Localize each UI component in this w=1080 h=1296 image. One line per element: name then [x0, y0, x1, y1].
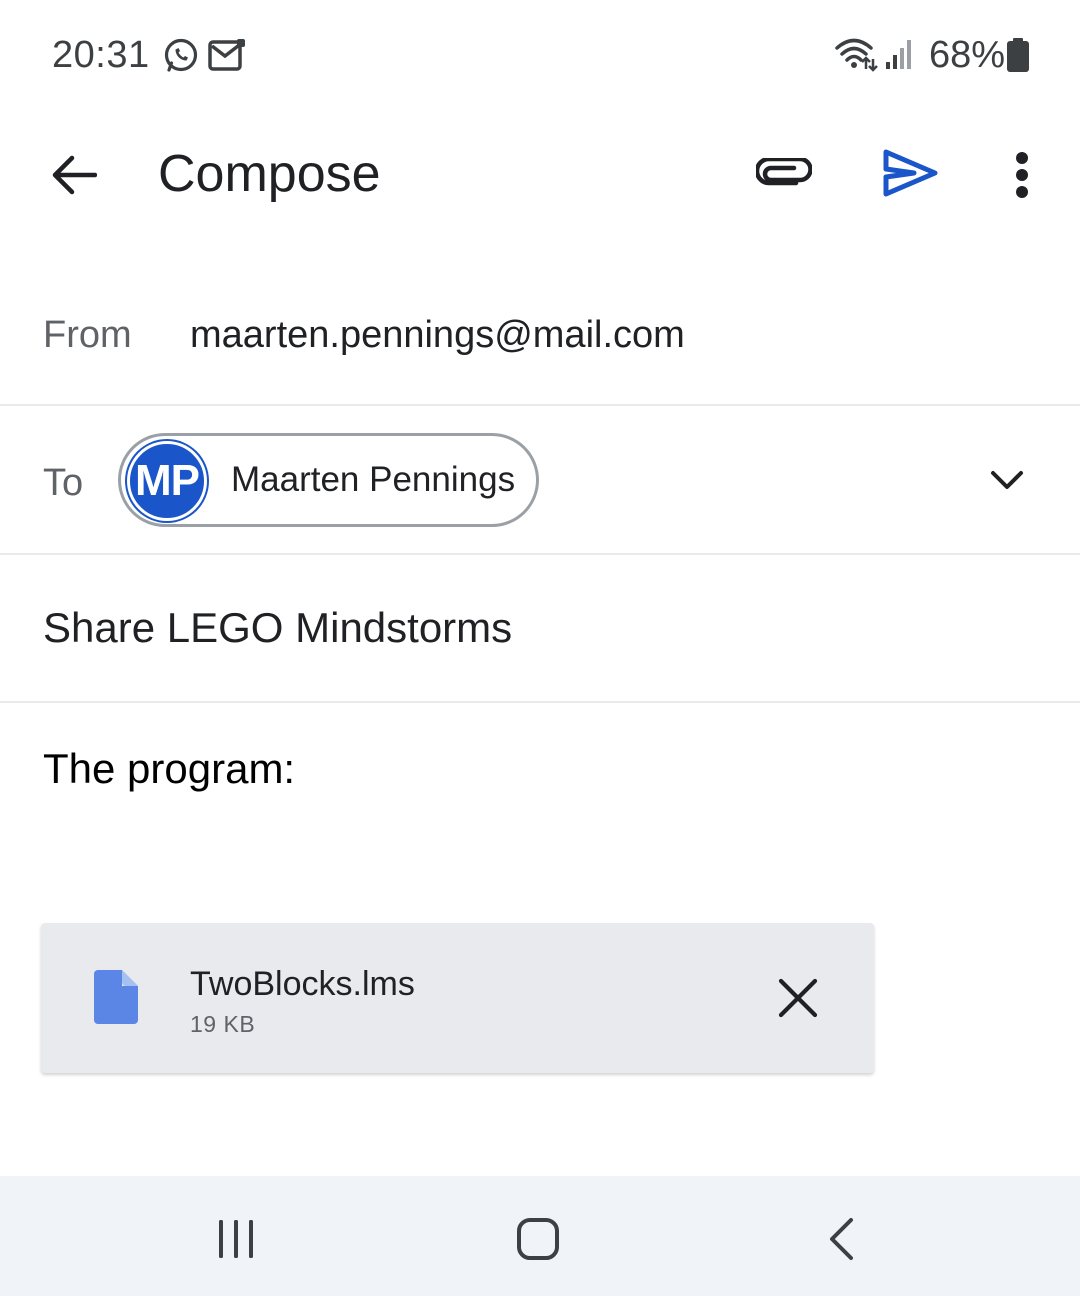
body-field[interactable]: The program: — [43, 745, 295, 793]
home-icon — [517, 1218, 559, 1260]
remove-attachment-button[interactable] — [771, 971, 825, 1025]
system-back-button[interactable] — [814, 1214, 868, 1264]
whatsapp-icon — [162, 37, 200, 80]
more-options-button[interactable] — [1002, 145, 1042, 205]
recents-button[interactable] — [206, 1214, 266, 1264]
back-icon — [830, 1218, 853, 1260]
recipient-chip[interactable]: MP Maarten Pennings — [118, 433, 539, 527]
gmail-compose-screen: 20:31 68% Compose From maarten.pennings@… — [0, 0, 1080, 1296]
recents-icon — [219, 1220, 253, 1258]
battery-percentage: 68% — [929, 34, 1006, 76]
page-title: Compose — [158, 145, 381, 203]
send-icon — [883, 149, 938, 197]
close-icon — [778, 978, 818, 1018]
attachment-file-size: 19 KB — [190, 1011, 256, 1037]
mail-notification-icon — [208, 38, 246, 79]
to-label: To — [43, 462, 84, 504]
wifi-icon — [834, 36, 878, 77]
attach-icon — [756, 158, 812, 186]
more-vert-icon — [1016, 152, 1028, 198]
avatar: MP — [127, 441, 207, 521]
from-label: From — [43, 314, 132, 356]
back-arrow-icon — [52, 155, 97, 195]
status-bar: 20:31 68% — [0, 0, 1080, 110]
subject-field[interactable]: Share LEGO Mindstorms — [43, 604, 512, 652]
chevron-down-icon — [991, 471, 1023, 489]
recipient-name: Maarten Pennings — [231, 460, 516, 499]
file-icon — [94, 970, 138, 1029]
back-button[interactable] — [44, 145, 104, 205]
attachment-file-name: TwoBlocks.lms — [190, 965, 415, 1003]
battery-icon — [1006, 37, 1030, 78]
from-address[interactable]: maarten.pennings@mail.com — [190, 314, 685, 357]
attachment-card[interactable]: TwoBlocks.lms 19 KB — [41, 923, 874, 1073]
system-navigation-bar — [0, 1176, 1080, 1296]
expand-recipients-button[interactable] — [982, 458, 1032, 502]
send-button[interactable] — [880, 145, 940, 201]
status-time: 20:31 — [52, 34, 150, 76]
attach-button[interactable] — [752, 150, 816, 200]
home-button[interactable] — [508, 1212, 568, 1266]
signal-icon — [884, 38, 916, 75]
